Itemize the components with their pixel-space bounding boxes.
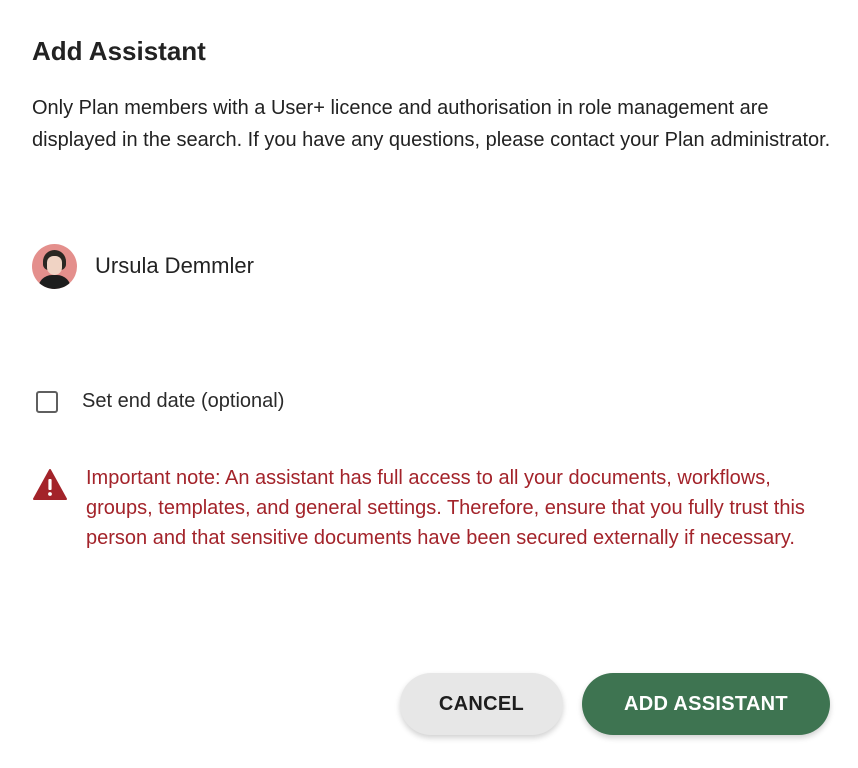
warning-note: Important note: An assistant has full ac…	[32, 463, 832, 553]
selected-assistant: Ursula Demmler	[32, 243, 254, 289]
cancel-button[interactable]: CANCEL	[400, 673, 563, 735]
warning-text: Important note: An assistant has full ac…	[86, 467, 805, 549]
warning-triangle-icon	[33, 469, 67, 500]
dialog-title: Add Assistant	[32, 36, 206, 66]
dialog-description: Only Plan members with a User+ licence a…	[32, 97, 831, 151]
add-assistant-dialog: Add Assistant Only Plan members with a U…	[0, 0, 858, 768]
end-date-option[interactable]: Set end date (optional)	[36, 390, 284, 413]
assistant-name: Ursula Demmler	[95, 253, 254, 278]
end-date-checkbox[interactable]	[36, 390, 58, 413]
add-assistant-button[interactable]: ADD ASSISTANT	[582, 673, 830, 735]
end-date-label: Set end date (optional)	[82, 390, 285, 412]
avatar	[32, 243, 77, 289]
